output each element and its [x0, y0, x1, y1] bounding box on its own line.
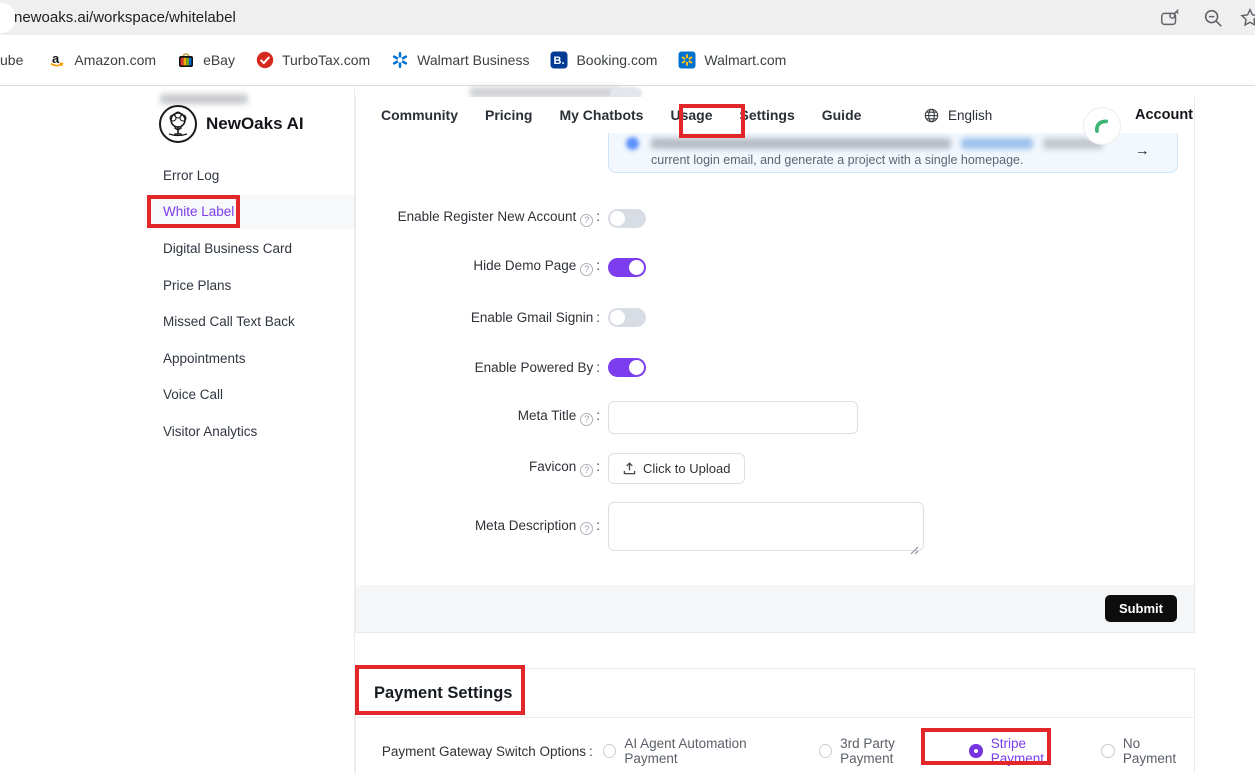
sidebar-item-price-plans[interactable]: Price Plans [144, 269, 354, 303]
payment-settings-title: Payment Settings [356, 669, 1194, 718]
nav-settings[interactable]: Settings [740, 107, 795, 123]
account-avatar[interactable] [1083, 107, 1121, 145]
form-row-hide-demo-page: Hide Demo Page?: [356, 250, 1194, 284]
bookmark-label: TurboTax.com [282, 52, 370, 68]
account-link[interactable]: Account → [1135, 97, 1194, 133]
language-selector[interactable]: English [924, 97, 992, 133]
favorite-star-icon[interactable] [1239, 7, 1255, 29]
meta-title-input[interactable] [608, 401, 858, 434]
bookmark-label: eBay [203, 52, 235, 68]
bookmark-booking[interactable]: B. Booking.com [550, 51, 657, 69]
radio-icon [969, 744, 982, 758]
info-icon [626, 137, 639, 150]
alert-text-line2: current login email, and generate a proj… [651, 153, 1023, 167]
turbotax-icon [256, 51, 274, 69]
bookmark-label: Walmart Business [417, 52, 529, 68]
sidebar-item-appointments[interactable]: Appointments [144, 342, 354, 376]
bookmark-label: Walmart.com [704, 52, 786, 68]
form-row-gmail-signin: Enable Gmail Signin: [356, 300, 1194, 334]
payment-settings-card: Payment Settings Payment Gateway Switch … [355, 668, 1195, 773]
field-label: Meta Description [475, 518, 576, 533]
help-icon[interactable]: ? [580, 413, 593, 426]
submit-button[interactable]: Submit [1105, 595, 1177, 622]
bookmark-walmart[interactable]: Walmart.com [678, 51, 786, 69]
bookmark-ebay[interactable]: eBay [177, 51, 235, 69]
field-label: Hide Demo Page [473, 258, 576, 273]
globe-icon [924, 108, 939, 123]
redacted-workspace-name [160, 94, 248, 104]
payment-gateway-label: Payment Gateway Switch Options [382, 744, 586, 759]
field-label: Enable Register New Account [398, 209, 577, 224]
field-label: Favicon [529, 459, 576, 474]
radio-stripe-payment[interactable]: Stripe Payment [969, 736, 1079, 766]
sidebar-item-digital-business-card[interactable]: Digital Business Card [144, 232, 354, 266]
help-icon[interactable]: ? [580, 464, 593, 477]
card-footer: Submit [356, 585, 1194, 632]
booking-icon: B. [550, 51, 568, 69]
walmart-spark-icon [391, 51, 409, 69]
nav-community[interactable]: Community [381, 107, 458, 123]
help-icon[interactable]: ? [580, 522, 593, 535]
payment-gateway-row: Payment Gateway Switch Options: AI Agent… [356, 736, 1194, 766]
phone-icon [1092, 116, 1112, 136]
sidebar-item-error-log[interactable]: Error Log [144, 159, 354, 193]
zoom-out-icon[interactable] [1202, 7, 1224, 29]
sidebar-item-missed-call-text-back[interactable]: Missed Call Text Back [144, 305, 354, 339]
nav-guide[interactable]: Guide [822, 107, 862, 123]
browser-topbar: newoaks.ai/workspace/whitelabel [0, 0, 1255, 35]
sidebar-item-voice-call[interactable]: Voice Call [144, 378, 354, 412]
help-icon[interactable]: ? [580, 214, 593, 227]
upload-button-label: Click to Upload [643, 461, 730, 476]
powered-by-toggle[interactable] [608, 358, 646, 377]
radio-icon [819, 744, 833, 758]
redacted-alert-text [651, 138, 951, 149]
field-label: Enable Powered By [475, 360, 594, 375]
radio-icon [1101, 744, 1115, 758]
newoaks-logo-icon [158, 104, 198, 144]
form-row-powered-by: Enable Powered By: [356, 350, 1194, 384]
svg-text:B.: B. [554, 55, 565, 67]
bookmark-label: Booking.com [576, 52, 657, 68]
gmail-signin-toggle[interactable] [608, 308, 646, 327]
top-navbar: Community Pricing My Chatbots Usage Sett… [356, 97, 1194, 133]
bookmark-label: Amazon.com [74, 52, 156, 68]
meta-description-textarea[interactable] [608, 502, 924, 551]
amazon-icon: a [48, 51, 66, 69]
form-row-favicon: Favicon?: Click to Upload [356, 451, 1194, 485]
help-icon[interactable]: ? [580, 263, 593, 276]
language-label: English [948, 108, 992, 123]
radio-icon [603, 744, 617, 758]
walmart-square-icon [678, 51, 696, 69]
sidebar-item-visitor-analytics[interactable]: Visitor Analytics [144, 415, 354, 449]
nav-pricing[interactable]: Pricing [485, 107, 532, 123]
favicon-upload-button[interactable]: Click to Upload [608, 453, 745, 484]
bookmarks-bar: ube a Amazon.com eBay TurboTax.com [0, 35, 1255, 86]
bookmark-walmart-business[interactable]: Walmart Business [391, 51, 529, 69]
nav-usage[interactable]: Usage [670, 107, 712, 123]
radio-no-payment[interactable]: No Payment [1101, 736, 1194, 766]
bookmark-turbotax[interactable]: TurboTax.com [256, 51, 370, 69]
bookmark-youtube-partial[interactable]: ube [0, 52, 23, 68]
nav-my-chatbots[interactable]: My Chatbots [559, 107, 643, 123]
bookmark-amazon[interactable]: a Amazon.com [48, 51, 156, 69]
share-key-icon[interactable] [1159, 7, 1181, 29]
sidebar: NewOaks AI Error Log White Label Digital… [0, 86, 355, 773]
field-label: Enable Gmail Signin [471, 310, 593, 325]
ebay-icon [177, 51, 195, 69]
radio-ai-agent-automation-payment[interactable]: AI Agent Automation Payment [603, 736, 797, 766]
radio-3rd-party-payment[interactable]: 3rd Party Payment [819, 736, 948, 766]
form-row-meta-title: Meta Title?: [356, 400, 1194, 434]
enable-register-toggle[interactable] [608, 209, 646, 228]
field-label: Meta Title [518, 408, 577, 423]
form-row-enable-register: Enable Register New Account?: [356, 201, 1194, 235]
form-row-meta-description: Meta Description?: [356, 502, 1194, 551]
redacted-alert-link [961, 138, 1033, 149]
brand-name: NewOaks AI [206, 114, 304, 134]
brand: NewOaks AI [158, 104, 304, 144]
upload-icon [623, 462, 636, 475]
svg-text:a: a [52, 51, 60, 66]
sidebar-item-white-label[interactable]: White Label [144, 195, 354, 229]
address-bar-url[interactable]: newoaks.ai/workspace/whitelabel [14, 0, 236, 35]
hide-demo-page-toggle[interactable] [608, 258, 646, 277]
